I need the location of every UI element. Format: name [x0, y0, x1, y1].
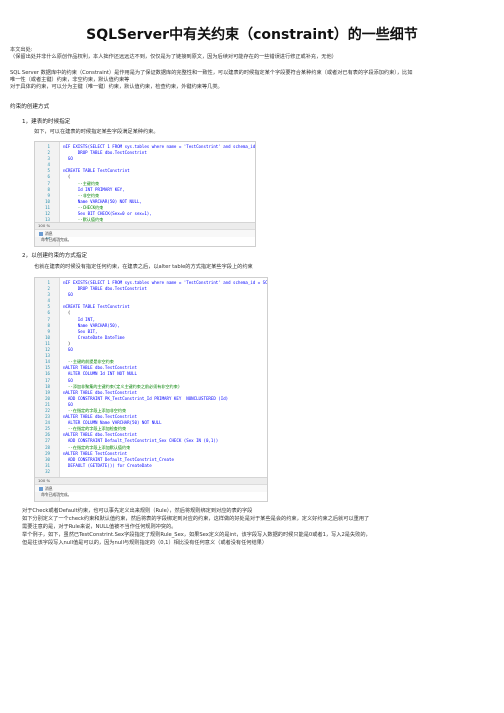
- intro-line-2: （保留出处并非什么原创作品权利，本人拙作还远远达不到，仅仅是为了链接到原文，因为…: [10, 54, 337, 60]
- code-text: CreateDate DateTime: [63, 334, 125, 340]
- footer-line-2: 如下分别定义了一个check约束和默认值约束，然后将表的字段绑定到对应的约束，这…: [22, 516, 370, 522]
- messages-tab[interactable]: 消息: [35, 229, 255, 237]
- item1-heading: 1，建表的时候指定: [22, 119, 71, 125]
- code-text: DEFAULT (GETDATE()) for CreateDate: [63, 462, 152, 468]
- code-editor-2[interactable]: 1 ⊟IF EXISTS(SELECT 1 FROM sys.tables whe…: [34, 277, 268, 502]
- code-text: GO: [63, 347, 73, 353]
- item2-text: 也就在建表的时候没有指定任何约束，在建表之后，以alter table的方式指定…: [34, 264, 253, 270]
- code-text: ⊟CREATE TABLE TestConstrint: [63, 168, 130, 174]
- code-text: GO: [63, 156, 73, 162]
- item1-text: 如下，可以在建表的时候指定某些字段满足某种约束。: [34, 129, 159, 135]
- zoom-indicator[interactable]: 100 %: [35, 477, 267, 484]
- intro-line-1: 本文出处:: [10, 47, 33, 53]
- messages-text: 命令已成功完成。: [41, 492, 72, 497]
- code-text: ALTER COLUMN Id INT NOT NULL: [63, 371, 137, 377]
- code-text: GO: [63, 292, 73, 298]
- footer-line-3: 需要注意的是，对于Rule来说，NULL值被不当作任何规则冲突的。: [22, 524, 177, 530]
- desc-line-1: SQL Server 数据库中的约束（Constraint）是作用是为了保证数据…: [10, 70, 413, 76]
- footer-line-5: 但是往该字段写入null值是可以的，因为null与规则指定的（0,1）相比没有任…: [22, 540, 268, 546]
- messages-icon: [39, 487, 43, 491]
- item2-heading: 2，以创建约束的方式指定: [22, 253, 88, 259]
- messages-text: 命令已成功完成。: [41, 237, 72, 242]
- messages-tab[interactable]: 消息: [35, 484, 267, 492]
- section-title: 约束的创建方式: [10, 104, 50, 110]
- code-text: ADD CONSTRAINT PK_TestConstrint_Id PRIMA…: [63, 395, 229, 401]
- messages-tab-label: 消息: [45, 486, 53, 491]
- code-text: DROP TABLE dbo.TestConstrint: [63, 150, 147, 156]
- code-text: ⊟CREATE TABLE TestConstrint: [63, 304, 130, 310]
- messages-icon: [39, 232, 43, 236]
- line-number: 32: [45, 468, 50, 474]
- footer-line-4: 举个例子，如下，虽然已TestConstrint.Sex字段指定了规则Rule_…: [22, 532, 371, 538]
- page-title: SQLServer中有关约束（constraint）的一些细节: [86, 27, 418, 43]
- footer-line-1: 对于Check或者Default约束，也可以事先定义出来规则（Rule），然后将…: [22, 508, 253, 514]
- zoom-indicator[interactable]: 100 %: [35, 222, 255, 229]
- desc-line-3: 对于具体的约束，可以分为主键（唯一键）约束，默认值约束，检查约束，外键约束等几类…: [10, 84, 223, 90]
- code-editor-1[interactable]: 1 ⊟IF EXISTS(SELECT 1 FROM sys.tables whe…: [34, 141, 256, 247]
- desc-line-2: 唯一性（或者主键）约束，非空约束，默认值约束等: [10, 77, 130, 83]
- code-text: DROP TABLE dbo.TestConstrint: [63, 286, 147, 292]
- messages-tab-label: 消息: [45, 231, 53, 236]
